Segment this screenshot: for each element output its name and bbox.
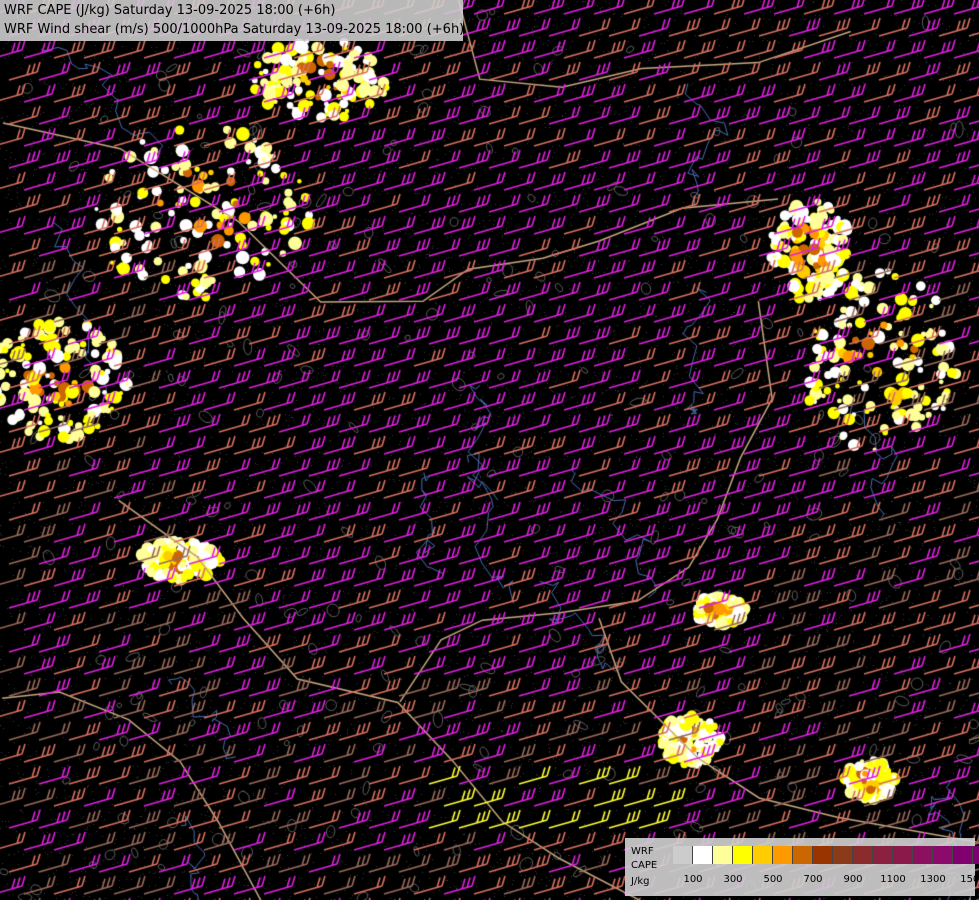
- legend-label-wrf: WRF: [631, 846, 654, 857]
- legend-tick-label: 1500: [960, 874, 979, 885]
- legend-tick-label: 700: [803, 874, 823, 885]
- title-line-windshear: WRF Wind shear (m/s) 500/1000hPa Saturda…: [4, 22, 465, 37]
- map-title-box: WRF CAPE (J/kg) Saturday 13-09-2025 18:0…: [0, 0, 465, 41]
- legend-tick-labels: 100 300 500 700 900 1100 1300 1500: [673, 874, 979, 886]
- legend-label-cape: CAPE: [631, 860, 658, 871]
- legend-tick-label: 300: [723, 874, 743, 885]
- legend-swatch: [753, 846, 773, 864]
- legend-swatch: [773, 846, 793, 864]
- legend-swatch: [733, 846, 753, 864]
- legend-swatch: [833, 846, 853, 864]
- legend-tick-label: 500: [763, 874, 783, 885]
- legend-tick-label: 1100: [880, 874, 906, 885]
- legend-tick-label: 900: [843, 874, 863, 885]
- legend-tick-label: 1300: [920, 874, 946, 885]
- cape-windshear-map: [0, 0, 979, 900]
- legend-swatch: [673, 846, 693, 864]
- legend-swatch: [793, 846, 813, 864]
- legend-tick-label: 100: [683, 874, 703, 885]
- legend-swatch: [713, 846, 733, 864]
- legend-color-scale: [673, 846, 979, 864]
- legend-swatch: [913, 846, 933, 864]
- legend-swatch: [873, 846, 893, 864]
- legend-swatch: [693, 846, 713, 864]
- legend-label-unit: J/kg: [631, 876, 650, 887]
- cape-legend: WRF CAPE J/kg 100 300 500 700 900 1100 1300 150…: [625, 838, 979, 896]
- legend-swatch: [953, 846, 973, 864]
- legend-swatch: [853, 846, 873, 864]
- legend-swatch: [893, 846, 913, 864]
- legend-swatch: [933, 846, 953, 864]
- title-line-cape: WRF CAPE (J/kg) Saturday 13-09-2025 18:0…: [4, 3, 336, 18]
- legend-swatch: [973, 846, 979, 864]
- legend-swatch: [813, 846, 833, 864]
